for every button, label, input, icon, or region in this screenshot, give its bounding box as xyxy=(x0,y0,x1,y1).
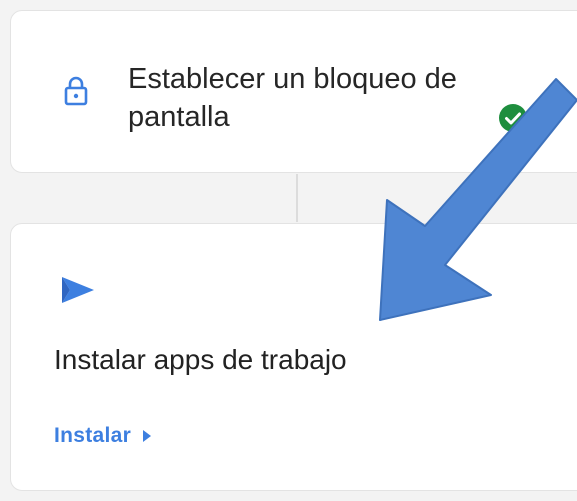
lock-icon xyxy=(64,76,88,106)
screen-lock-title: Establecer un bloqueo de pantalla xyxy=(128,63,457,133)
check-circle-icon xyxy=(499,104,527,132)
play-store-icon xyxy=(62,277,94,303)
work-apps-title: Instalar apps de trabajo xyxy=(54,344,347,375)
setup-screen: Establecer un bloqueo de pantalla Instal… xyxy=(0,0,577,501)
install-label: Instalar xyxy=(54,424,132,447)
caret-right-icon xyxy=(143,430,152,442)
step-connector xyxy=(296,174,298,222)
install-button[interactable]: Instalar xyxy=(54,424,153,448)
